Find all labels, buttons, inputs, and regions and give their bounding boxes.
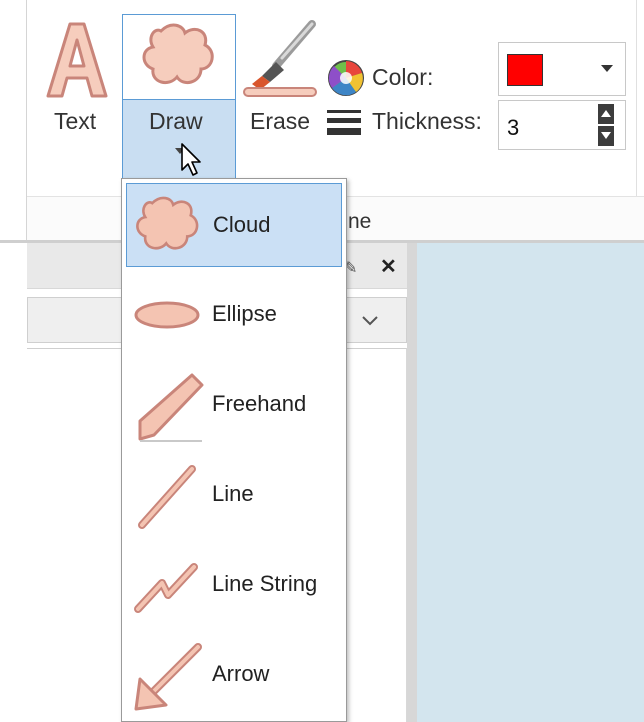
menu-item-label: Ellipse: [212, 301, 277, 326]
draw-dropdown-button[interactable]: Draw: [122, 99, 236, 179]
draw-tool-label: Draw: [149, 108, 203, 134]
close-icon[interactable]: ✕: [380, 254, 397, 279]
line-string-icon: [134, 563, 198, 613]
mouse-cursor-icon: [181, 143, 201, 176]
freehand-icon: [138, 373, 204, 442]
color-label: Color:: [372, 64, 434, 90]
menu-item-cloud[interactable]: Cloud: [126, 183, 342, 267]
ellipse-icon: [134, 301, 200, 329]
ribbon-divider-right: [636, 0, 637, 200]
menu-item-line[interactable]: Line: [126, 453, 342, 537]
menu-item-freehand[interactable]: Freehand: [126, 363, 342, 447]
drawing-canvas[interactable]: [417, 243, 644, 722]
text-tool-button[interactable]: Text: [40, 14, 118, 164]
cloud-icon: [142, 23, 214, 85]
menu-item-ellipse[interactable]: Ellipse: [126, 273, 342, 357]
erase-tool-button[interactable]: Erase: [242, 14, 320, 164]
spin-down-icon[interactable]: [598, 126, 614, 146]
draw-dropdown-menu: Cloud Ellipse Freehand Line Line String: [121, 178, 347, 722]
menu-item-label: Freehand: [212, 391, 307, 416]
menu-item-line-string[interactable]: Line String: [126, 543, 342, 627]
line-thickness-icon: [327, 110, 361, 135]
color-wheel-icon: [328, 60, 364, 96]
thickness-label: Thickness:: [372, 108, 482, 134]
chevron-down-icon[interactable]: [357, 307, 383, 333]
chevron-down-icon: [601, 65, 613, 72]
menu-item-label: Line String: [212, 571, 318, 596]
line-icon: [138, 465, 196, 529]
arrow-icon: [134, 643, 202, 711]
thickness-value: 3: [507, 115, 520, 140]
menu-item-arrow[interactable]: Arrow: [126, 633, 342, 717]
menu-item-label: Cloud: [213, 212, 271, 237]
color-select[interactable]: [498, 42, 626, 96]
spin-up-icon[interactable]: [598, 104, 614, 124]
ribbon-group-caption: ne: [348, 210, 372, 233]
text-icon: [46, 22, 108, 98]
cloud-icon: [136, 196, 199, 250]
eraser-brush-icon: [243, 20, 317, 97]
menu-item-label: Arrow: [212, 661, 270, 686]
menu-item-label: Line: [212, 481, 254, 506]
panel-splitter[interactable]: [407, 243, 417, 722]
color-swatch: [507, 54, 543, 86]
erase-tool-label: Erase: [250, 108, 311, 134]
text-tool-label: Text: [54, 108, 97, 134]
draw-tool-button[interactable]: [122, 14, 236, 100]
